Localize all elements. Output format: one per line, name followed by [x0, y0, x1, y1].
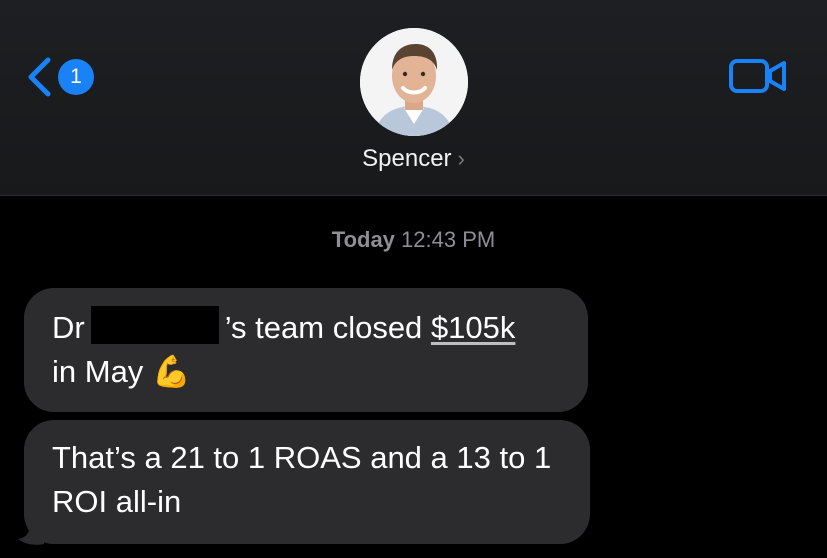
message-text: That’s a 21 to 1 ROAS and a 13 to 1 ROI … [52, 440, 552, 519]
contact-name: Spencer [362, 145, 452, 172]
message-text-prefix: Dr [52, 310, 85, 345]
video-call-button[interactable] [728, 56, 788, 101]
message-text-suffix: ’s team closed [224, 310, 423, 345]
bubble-tail [18, 524, 44, 545]
amount-link[interactable]: $105k [431, 310, 515, 345]
avatar[interactable] [360, 28, 468, 136]
timestamp-time: 12:43 PM [401, 227, 496, 252]
conversation-header: 1 Spencer › [0, 0, 827, 196]
timestamp-day: Today [331, 227, 395, 252]
message-text-line2: in May [52, 354, 144, 389]
contact-name-button[interactable]: Spencer › [0, 145, 827, 173]
avatar-photo [360, 28, 468, 136]
message-bubble[interactable]: That’s a 21 to 1 ROAS and a 13 to 1 ROI … [24, 420, 590, 544]
chevron-right-icon: › [457, 146, 465, 171]
chevron-left-icon [28, 57, 51, 97]
video-camera-icon [729, 59, 786, 93]
back-button[interactable]: 1 [26, 56, 94, 98]
redacted-name [90, 306, 219, 344]
message-timestamp: Today 12:43 PM [0, 227, 827, 253]
flexed-biceps-emoji: 💪 [151, 354, 191, 389]
unread-badge: 1 [58, 59, 94, 95]
message-bubble[interactable]: Dr ’s team closed $105k in May 💪 [24, 288, 588, 412]
